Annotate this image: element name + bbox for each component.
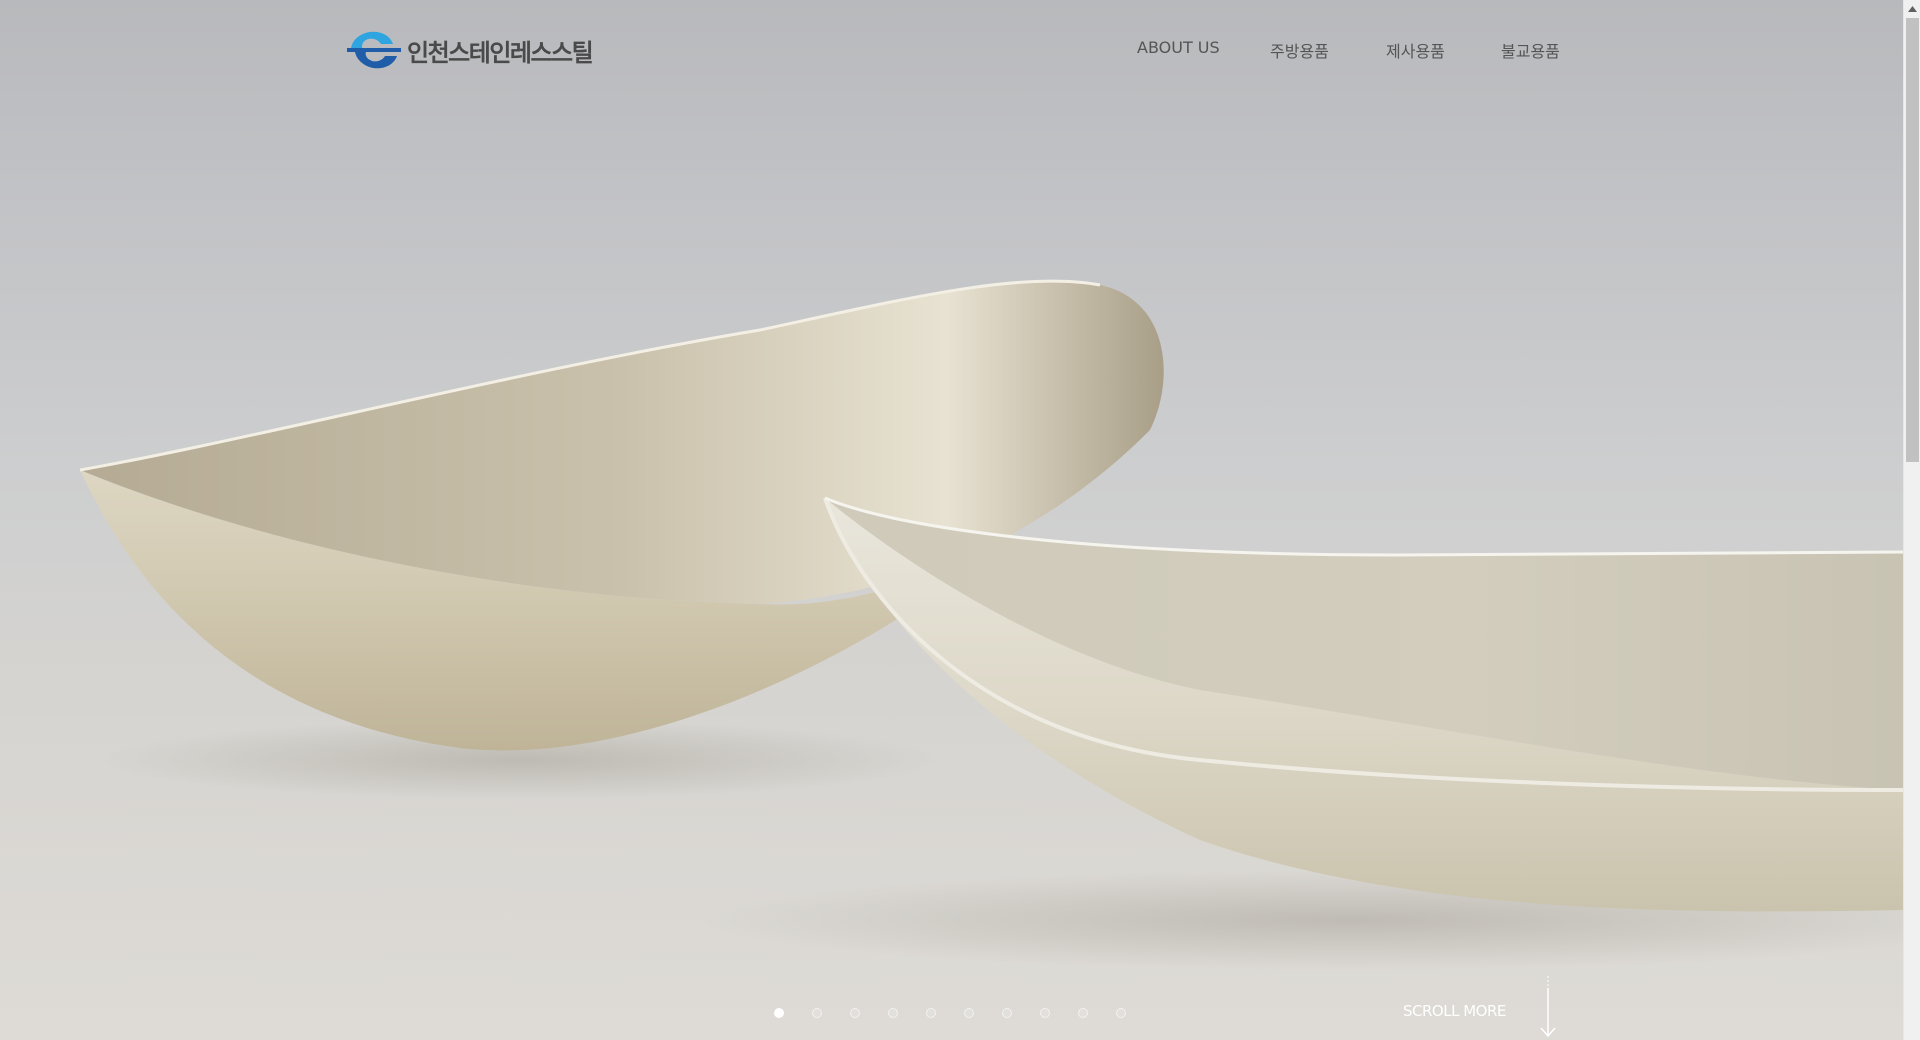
logo[interactable]: 인천스테인레스스틸 xyxy=(345,28,594,72)
slide-dot-8[interactable] xyxy=(1040,1008,1050,1018)
scroll-more-label[interactable]: SCROLL MORE xyxy=(1403,1002,1506,1020)
slide-dot-6[interactable] xyxy=(964,1008,974,1018)
nav-about-us[interactable]: ABOUT US xyxy=(1137,38,1220,57)
slide-dot-10[interactable] xyxy=(1116,1008,1126,1018)
slide-dot-7[interactable] xyxy=(1002,1008,1012,1018)
slide-dot-1[interactable] xyxy=(774,1008,784,1018)
company-logo-icon xyxy=(345,28,403,72)
scrollbar-thumb[interactable] xyxy=(1906,18,1919,462)
slide-dot-9[interactable] xyxy=(1078,1008,1088,1018)
slide-dot-4[interactable] xyxy=(888,1008,898,1018)
slide-dot-2[interactable] xyxy=(812,1008,822,1018)
hero-slider: 인천스테인레스스틸 ABOUT US 주방용품 제사용품 불교용품 SCROLL… xyxy=(0,0,1903,1040)
logo-text: 인천스테인레스스틸 xyxy=(407,38,594,67)
nav-ancestral-rites-ware[interactable]: 제사용품 xyxy=(1386,38,1445,62)
slide-dot-5[interactable] xyxy=(926,1008,936,1018)
hero-image xyxy=(79,279,1903,970)
site-header: 인천스테인레스스틸 ABOUT US 주방용품 제사용품 불교용품 xyxy=(0,0,1903,100)
page-scrollbar[interactable] xyxy=(1903,0,1920,1040)
nav-buddhist-ware[interactable]: 불교용품 xyxy=(1501,38,1560,62)
slide-dot-3[interactable] xyxy=(850,1008,860,1018)
arrow-down-icon[interactable] xyxy=(1538,976,1558,1038)
page: 인천스테인레스스틸 ABOUT US 주방용품 제사용품 불교용품 SCROLL… xyxy=(0,0,1920,1040)
scroll-up-icon[interactable] xyxy=(1904,0,1920,17)
nav-kitchenware[interactable]: 주방용품 xyxy=(1270,38,1329,62)
